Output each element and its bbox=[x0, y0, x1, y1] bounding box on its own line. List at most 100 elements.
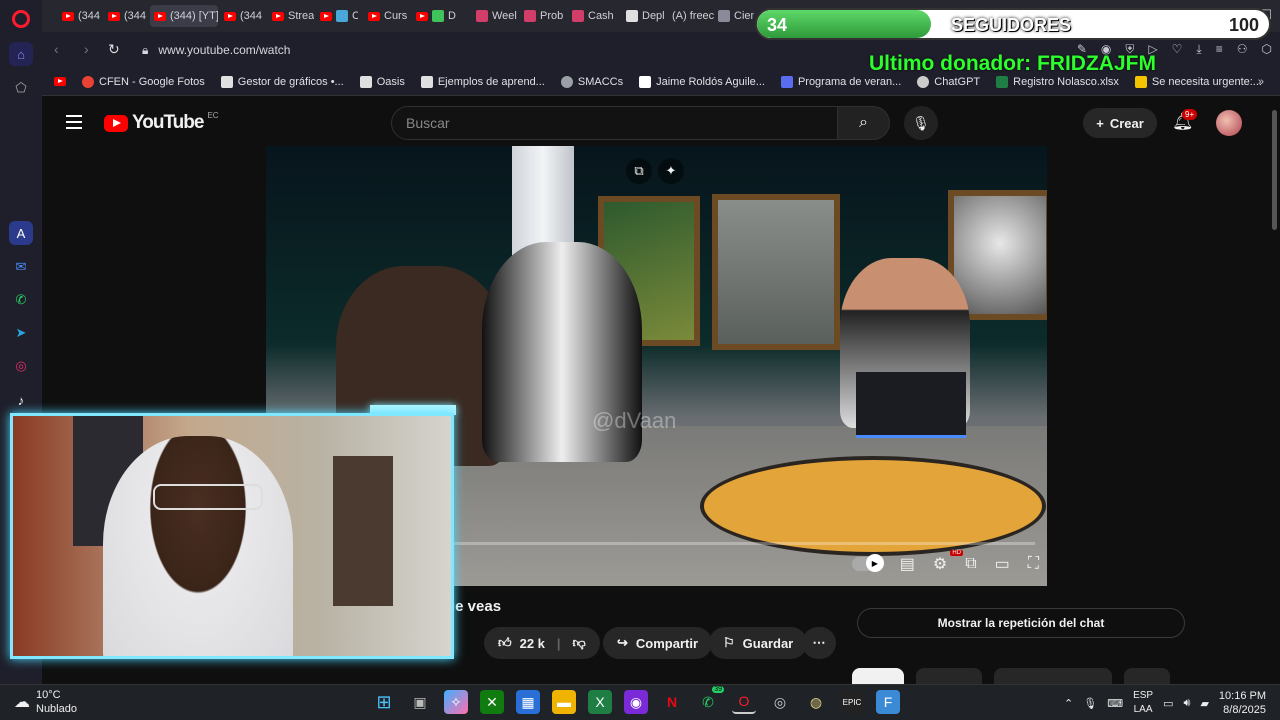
bookmark-item[interactable]: Registro Nolasco.xlsx bbox=[996, 75, 1119, 88]
taskbar-apps: ⊞ ▣ ✧ ✕ ▦ ▬ X ◉ N ✆ 39 O ◎ ◍ EPIC F bbox=[372, 686, 900, 714]
bookmark-item[interactable]: ChatGPT bbox=[917, 75, 980, 88]
settings-gear-icon[interactable]: ⚙ bbox=[933, 554, 947, 574]
telegram-icon[interactable]: ➤ bbox=[9, 321, 33, 345]
messenger-icon[interactable]: ✉ bbox=[9, 255, 33, 279]
forward-icon[interactable]: › bbox=[84, 41, 89, 57]
tiktok-icon[interactable]: ♪ bbox=[9, 388, 33, 412]
bookmark-item[interactable]: Oasis bbox=[359, 75, 405, 88]
search-input[interactable]: Buscar bbox=[391, 106, 838, 140]
voice-search-button[interactable]: 🎙︎ bbox=[904, 106, 938, 140]
home-icon[interactable]: ⌂ bbox=[9, 42, 33, 66]
create-button[interactable]: + Crear bbox=[1083, 108, 1157, 138]
more-bookmarks-icon[interactable]: » bbox=[1258, 76, 1264, 88]
tab-stream[interactable]: Strea bbox=[268, 5, 314, 27]
weather-widget[interactable]: ☁ 10°C Nublado bbox=[14, 688, 77, 716]
wordpress-icon bbox=[560, 75, 573, 88]
more-actions-button[interactable]: ⋯ bbox=[802, 627, 836, 659]
mic-tray-icon[interactable]: 🎙︎ bbox=[1083, 697, 1097, 710]
tab-deepl[interactable]: Depl bbox=[622, 5, 668, 27]
tab-d[interactable]: D bbox=[412, 5, 460, 27]
volume-icon[interactable]: 🔊︎ bbox=[1184, 697, 1191, 710]
subtitles-icon[interactable]: ▤ bbox=[900, 554, 915, 574]
grid-favicon-icon bbox=[524, 10, 536, 22]
aria-icon[interactable]: A bbox=[9, 221, 33, 245]
youtube-favicon-icon bbox=[416, 11, 428, 21]
camera-app-icon[interactable]: ◉ bbox=[624, 690, 648, 714]
opera-app-icon[interactable]: O bbox=[732, 690, 756, 714]
excel-icon bbox=[996, 75, 1009, 88]
more-dots-icon: ⋯ bbox=[812, 635, 826, 650]
instagram-icon[interactable]: ◎ bbox=[9, 354, 33, 378]
bookmark-item[interactable]: Ejemplos de aprend... bbox=[420, 75, 545, 88]
back-icon[interactable]: ‹ bbox=[54, 41, 59, 57]
show-chat-replay-button[interactable]: Mostrar la repetición del chat bbox=[857, 608, 1185, 638]
task-view-icon[interactable]: ▣ bbox=[408, 690, 432, 714]
bookmark-item[interactable]: Gestor de gráficos •... bbox=[220, 75, 344, 88]
youtube-bookmark-icon[interactable] bbox=[54, 77, 66, 86]
chatgpt-icon bbox=[917, 75, 930, 88]
bookmark-item[interactable]: Jaime Roldós Aguile... bbox=[639, 75, 765, 88]
scene-podcast-logo bbox=[700, 456, 1046, 556]
network-icon[interactable]: ▭ bbox=[1163, 697, 1173, 710]
like-button[interactable]: 👍︎ 22 k | 👎︎ bbox=[484, 627, 600, 659]
opera-logo-icon[interactable] bbox=[12, 10, 30, 28]
bookmark-item[interactable]: SMACCs bbox=[560, 75, 623, 88]
extensions-icon[interactable]: ⬡ bbox=[1262, 42, 1272, 57]
account-avatar[interactable] bbox=[1216, 110, 1242, 136]
bookmark-item[interactable]: Se necesita urgente:... bbox=[1134, 75, 1262, 88]
profile-icon[interactable]: ⚇ bbox=[1237, 42, 1248, 57]
battery-icon[interactable]: ▰ bbox=[1200, 697, 1208, 710]
hamburger-menu-icon[interactable] bbox=[66, 115, 82, 129]
theater-mode-icon[interactable]: ▭ bbox=[995, 554, 1010, 574]
bookmark-item[interactable]: CFEN - Google Fotos bbox=[82, 75, 205, 88]
netflix-icon[interactable]: N bbox=[660, 690, 684, 714]
heart-icon[interactable]: ♡ bbox=[1172, 42, 1183, 57]
chrome-canary-icon[interactable]: ◍ bbox=[804, 690, 828, 714]
store-icon[interactable]: ▦ bbox=[516, 690, 540, 714]
epic-games-icon[interactable]: EPIC bbox=[840, 690, 864, 714]
windows-start-icon[interactable]: ⊞ bbox=[372, 690, 396, 714]
youtube-favicon-icon bbox=[224, 11, 236, 21]
whatsapp-icon[interactable]: ✆ bbox=[9, 288, 33, 312]
tab-youtube-active[interactable]: (344) [YT] bbox=[150, 5, 218, 27]
obs-icon[interactable]: ◎ bbox=[768, 690, 792, 714]
xbox-icon[interactable]: ✕ bbox=[480, 690, 504, 714]
bookmark-item[interactable]: Programa de veran... bbox=[780, 75, 901, 88]
thumbs-down-icon[interactable]: 👎︎ bbox=[573, 635, 586, 651]
whatsapp-app-icon[interactable]: ✆ 39 bbox=[696, 686, 724, 714]
search-button[interactable]: ⌕ bbox=[838, 106, 890, 140]
save-button[interactable]: ⚐ Guardar bbox=[709, 627, 808, 659]
tab-youtube-1[interactable]: (344 bbox=[58, 5, 102, 27]
tab-youtube-3[interactable]: (344 bbox=[220, 5, 266, 27]
miniplayer-icon[interactable]: ⧉ bbox=[965, 555, 976, 573]
input-language[interactable]: ESP LAA bbox=[1133, 689, 1153, 717]
sparkle-overlay-icon[interactable]: ✦ bbox=[658, 158, 684, 184]
fullscreen-icon[interactable]: ⛶ bbox=[1028, 555, 1039, 573]
scene-painting-pyramid bbox=[712, 194, 840, 350]
tab-freecodecamp[interactable]: (A) freec bbox=[668, 5, 714, 27]
pip-overlay-icon[interactable]: ⧉ bbox=[626, 158, 652, 184]
share-button[interactable]: ↪ Compartir bbox=[603, 627, 713, 659]
reload-icon[interactable]: ↻ bbox=[108, 41, 120, 58]
clock[interactable]: 10:16 PM 8/8/2025 bbox=[1219, 689, 1266, 717]
file-explorer-icon[interactable]: ▬ bbox=[552, 690, 576, 714]
tab-c[interactable]: C bbox=[316, 5, 358, 27]
autoplay-toggle[interactable] bbox=[851, 554, 884, 572]
tab-problems[interactable]: Prob bbox=[520, 5, 566, 27]
page-scrollbar-thumb[interactable] bbox=[1272, 110, 1277, 230]
show-hidden-icons-icon[interactable]: ⌃ bbox=[1064, 697, 1073, 710]
pinboard-icon[interactable]: ⬠ bbox=[9, 76, 33, 100]
keyboard-icon[interactable]: ⌨ bbox=[1107, 697, 1123, 710]
copilot-icon[interactable]: ✧ bbox=[444, 690, 468, 714]
tab-weekly[interactable]: Weel bbox=[472, 5, 518, 27]
webcam-overlay bbox=[10, 413, 454, 659]
excel-app-icon[interactable]: X bbox=[588, 690, 612, 714]
tab-youtube-2[interactable]: (344 bbox=[104, 5, 148, 27]
forms-icon[interactable]: F bbox=[876, 690, 900, 714]
tab-ciencia[interactable]: Cien bbox=[714, 5, 754, 27]
menu-icon[interactable]: ≡ bbox=[1216, 42, 1223, 57]
tab-cash[interactable]: Cash bbox=[568, 5, 614, 27]
tab-curso[interactable]: Curs bbox=[364, 5, 410, 27]
download-icon[interactable]: ⤓ bbox=[1196, 42, 1201, 57]
youtube-logo[interactable]: YouTube EC bbox=[104, 111, 219, 134]
